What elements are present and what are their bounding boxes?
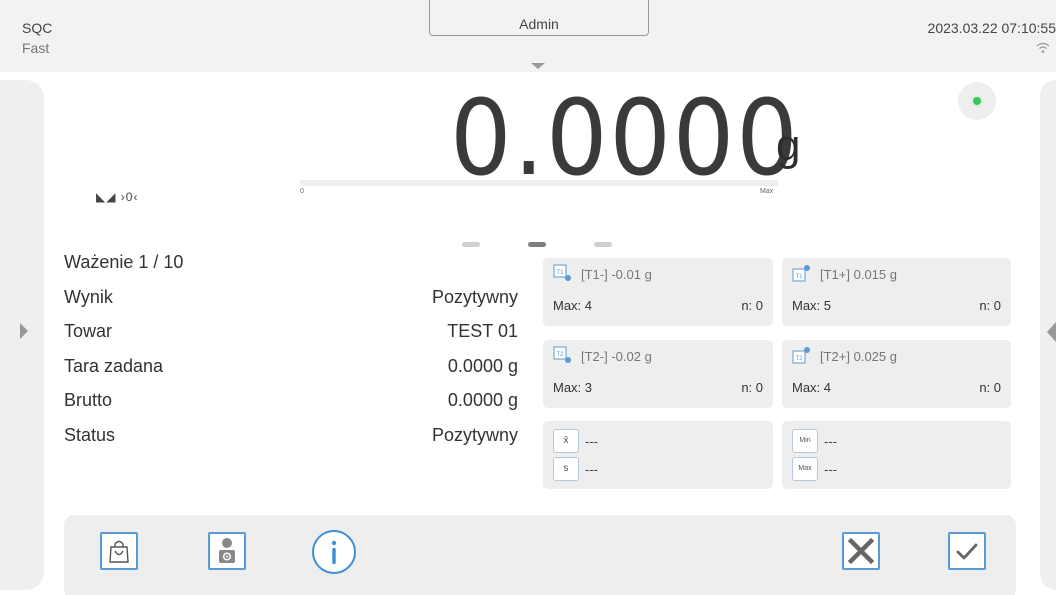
page-dot-3[interactable] (594, 242, 612, 247)
weighing-info-list: Ważenie 1 / 10 Wynik Pozytywny Towar TES… (64, 252, 518, 459)
weight-unit: g (776, 121, 801, 170)
threshold-t1-plus-icon-text: T1 (795, 274, 803, 280)
info-button[interactable] (312, 530, 356, 574)
tile-title: [T1-] -0.01 g (581, 267, 652, 282)
bargraph-min-label: 0 (300, 188, 304, 195)
info-value: 0.0000 g (447, 390, 518, 410)
max-row: Max --- (792, 457, 992, 481)
stability-indicator (958, 82, 996, 120)
tile-count: n: 0 (979, 298, 1001, 313)
threshold-t2-minus-icon-text: T2 (556, 352, 564, 358)
max-icon: Max (792, 457, 818, 481)
tile-max: Max: 5 (792, 298, 832, 313)
tile-max: Max: 3 (553, 380, 593, 395)
sd-icon: s (553, 457, 579, 481)
stability-dot-icon (971, 95, 983, 107)
max-value: --- (824, 462, 837, 477)
left-arrow-icon[interactable] (20, 323, 28, 339)
sd-value: --- (585, 462, 598, 477)
mean-icon: x̄ (553, 429, 579, 453)
min-value: --- (824, 434, 837, 449)
threshold-t2-minus-icon: T2 (553, 346, 571, 363)
info-row-product: Towar TEST 01 (64, 321, 518, 356)
cancel-button[interactable] (842, 532, 880, 570)
info-row-result: Wynik Pozytywny (64, 287, 518, 322)
info-value: 0.0000 g (447, 355, 518, 376)
right-arrow-icon[interactable] (1047, 322, 1056, 342)
threshold-t1-minus-icon-text: T1 (556, 270, 564, 276)
tile-title: [T2+] 0.025 g (820, 349, 897, 364)
threshold-t1-minus-icon: T1 (553, 264, 571, 281)
threshold-tile-t2-plus[interactable]: T2 [T2+] 0.025 g Max: 4 n: 0 (782, 340, 1011, 408)
tile-title: [T2-] -0.02 g (581, 349, 652, 364)
weight-readout: 0.0000 (450, 77, 800, 199)
threshold-t1-plus-icon: T1 (792, 265, 810, 282)
pull-down-arrow-icon[interactable] (531, 63, 545, 69)
scale-status-symbols: ◣◢ ›0‹ (96, 190, 139, 204)
threshold-t2-plus-icon-text: T2 (795, 356, 803, 362)
info-row-gross: Brutto 0.0000 g (64, 390, 518, 425)
cancel-icon (847, 537, 875, 565)
info-row-status: Status Pozytywny (64, 425, 518, 460)
info-label: Tara zadana (64, 355, 164, 376)
tile-title: [T1+] 0.015 g (820, 267, 897, 282)
info-label: Ważenie 1 / 10 (64, 252, 184, 272)
threshold-tile-t1-plus[interactable]: T1 [T1+] 0.015 g Max: 5 n: 0 (782, 258, 1011, 326)
threshold-t2-plus-icon: T2 (792, 347, 810, 364)
user-settings-icon (219, 538, 235, 563)
info-row-weighing: Ważenie 1 / 10 (64, 252, 518, 287)
info-value: Pozytywny (431, 424, 518, 445)
tile-count: n: 0 (741, 380, 763, 395)
info-value: TEST 01 (447, 321, 518, 341)
bottom-toolbar (64, 515, 1016, 595)
confirm-button[interactable] (948, 532, 986, 570)
min-row: Min --- (792, 429, 992, 453)
statistics-tile-min-max[interactable]: Min --- Max --- (782, 421, 1011, 489)
status-bar: SQC Fast Admin 2023.03.22 07:10:55 (0, 0, 1056, 72)
mean-value: --- (585, 434, 598, 449)
info-label: Towar (64, 321, 113, 341)
info-label: Brutto (64, 390, 113, 410)
threshold-tile-t2-minus[interactable]: T2 [T2-] -0.02 g Max: 3 n: 0 (543, 340, 773, 408)
product-button[interactable] (100, 532, 138, 570)
tile-max: Max: 4 (792, 380, 832, 395)
mode-label: SQC (22, 20, 53, 36)
tile-count: n: 0 (741, 298, 763, 313)
tile-max: Max: 4 (553, 298, 593, 313)
info-value: Pozytywny (431, 286, 518, 307)
speed-label: Fast (22, 40, 50, 56)
info-label: Status (64, 424, 116, 445)
min-icon: Min (792, 429, 818, 453)
info-label: Wynik (64, 286, 113, 307)
info-icon (331, 540, 337, 564)
page-dot-2-active[interactable] (528, 242, 546, 247)
operator-settings-button[interactable] (208, 532, 246, 570)
page-dot-1[interactable] (462, 242, 480, 247)
tile-count: n: 0 (979, 380, 1001, 395)
wifi-icon (1036, 42, 1050, 53)
bargraph-max-label: Max (760, 188, 774, 195)
datetime: 2023.03.22 07:10:55 (927, 20, 1056, 36)
load-bargraph (300, 180, 778, 186)
confirm-icon (956, 543, 978, 560)
mean-row: x̄ --- (553, 429, 753, 453)
threshold-tile-t1-minus[interactable]: T1 [T1-] -0.01 g Max: 4 n: 0 (543, 258, 773, 326)
user-name: Admin (519, 16, 559, 32)
user-tab[interactable]: Admin (429, 0, 649, 36)
info-row-preset-tare: Tara zadana 0.0000 g (64, 356, 518, 391)
sd-row: s --- (553, 457, 753, 481)
statistics-tile-mean-sd[interactable]: x̄ --- s --- (543, 421, 773, 489)
shopping-bag-icon (109, 540, 129, 563)
